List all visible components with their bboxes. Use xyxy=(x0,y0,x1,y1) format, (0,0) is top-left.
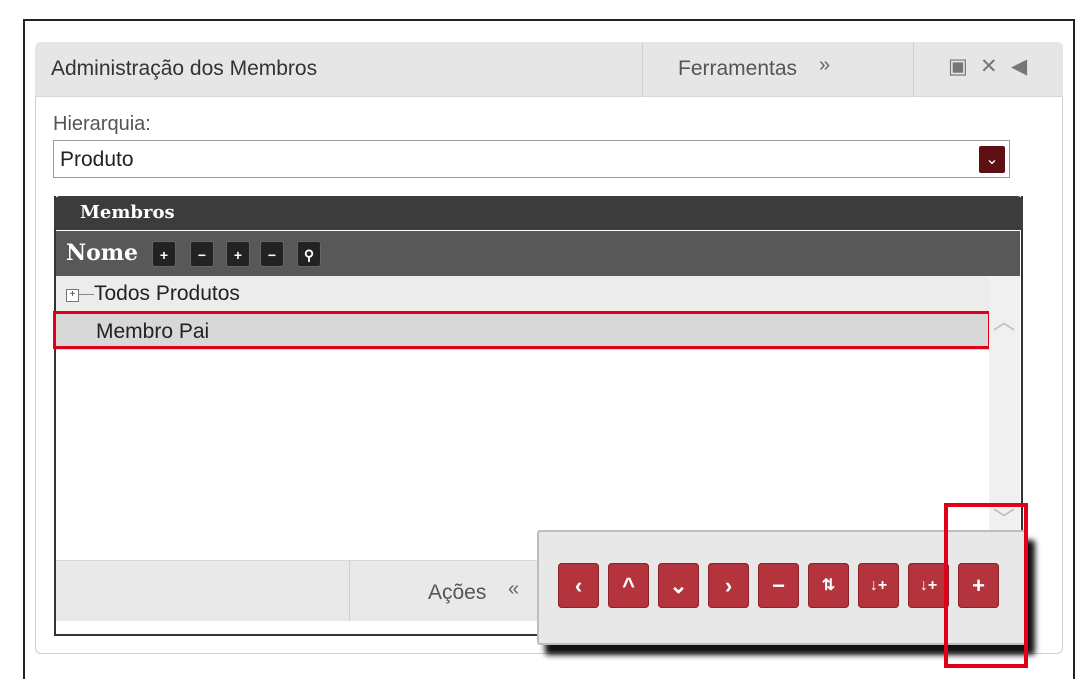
move-down-button[interactable]: ⌄ xyxy=(658,563,699,608)
expand-toggle-icon[interactable]: + xyxy=(66,289,79,302)
chevron-down-icon[interactable]: ⌄ xyxy=(979,146,1005,173)
footer-divider xyxy=(349,561,350,621)
titlebar-divider xyxy=(642,42,643,97)
chevron-double-up-icon[interactable]: « xyxy=(508,578,519,601)
add-node-icon[interactable]: + xyxy=(226,241,250,267)
add-button-highlight xyxy=(944,503,1028,668)
minimize-icon[interactable]: ▣ xyxy=(948,54,968,79)
close-icon[interactable]: ✕ xyxy=(980,54,998,79)
scroll-up-icon[interactable]: ︿ xyxy=(993,304,1015,336)
remove-node-icon[interactable]: − xyxy=(260,241,284,267)
column-header-name[interactable]: Nome xyxy=(66,240,138,266)
panel-titlebar: Administração dos Membros Ferramentas » … xyxy=(35,42,1063,97)
hierarchy-label: Hierarquia: xyxy=(53,113,151,135)
tree-row-label: Todos Produtos xyxy=(94,282,240,305)
add-child-below-button[interactable]: ↓+ xyxy=(858,563,899,608)
move-right-button[interactable]: › xyxy=(708,563,749,608)
hierarchy-select[interactable]: Produto ⌄ xyxy=(53,140,1010,178)
selected-row-highlight xyxy=(53,311,991,349)
tree-connector xyxy=(78,294,94,295)
back-arrow-icon[interactable]: ◀ xyxy=(1011,54,1027,79)
move-up-button[interactable]: ^ xyxy=(608,563,649,608)
tools-menu-button[interactable]: Ferramentas xyxy=(678,57,797,81)
remove-button[interactable]: − xyxy=(758,563,799,608)
tree-row[interactable]: + Todos Produtos xyxy=(56,276,989,312)
add-sibling-button[interactable]: ⇅ xyxy=(808,563,849,608)
expand-all-icon[interactable]: + xyxy=(152,241,176,267)
hierarchy-selected-value: Produto xyxy=(60,148,134,171)
members-panel-title: Membros xyxy=(80,202,175,223)
members-panel-header: Membros xyxy=(54,196,1023,230)
collapse-all-icon[interactable]: − xyxy=(190,241,214,267)
actions-menu-button[interactable]: Ações xyxy=(428,581,486,605)
move-left-button[interactable]: ‹ xyxy=(558,563,599,608)
grid-column-header: Nome + − + − ⚲ xyxy=(56,231,1020,276)
search-icon[interactable]: ⚲ xyxy=(297,241,321,267)
panel-title: Administração dos Membros xyxy=(51,57,318,80)
add-child-above-button[interactable]: ↓+ xyxy=(908,563,949,608)
titlebar-divider-2 xyxy=(913,42,914,97)
chevron-double-down-icon[interactable]: » xyxy=(819,54,830,77)
